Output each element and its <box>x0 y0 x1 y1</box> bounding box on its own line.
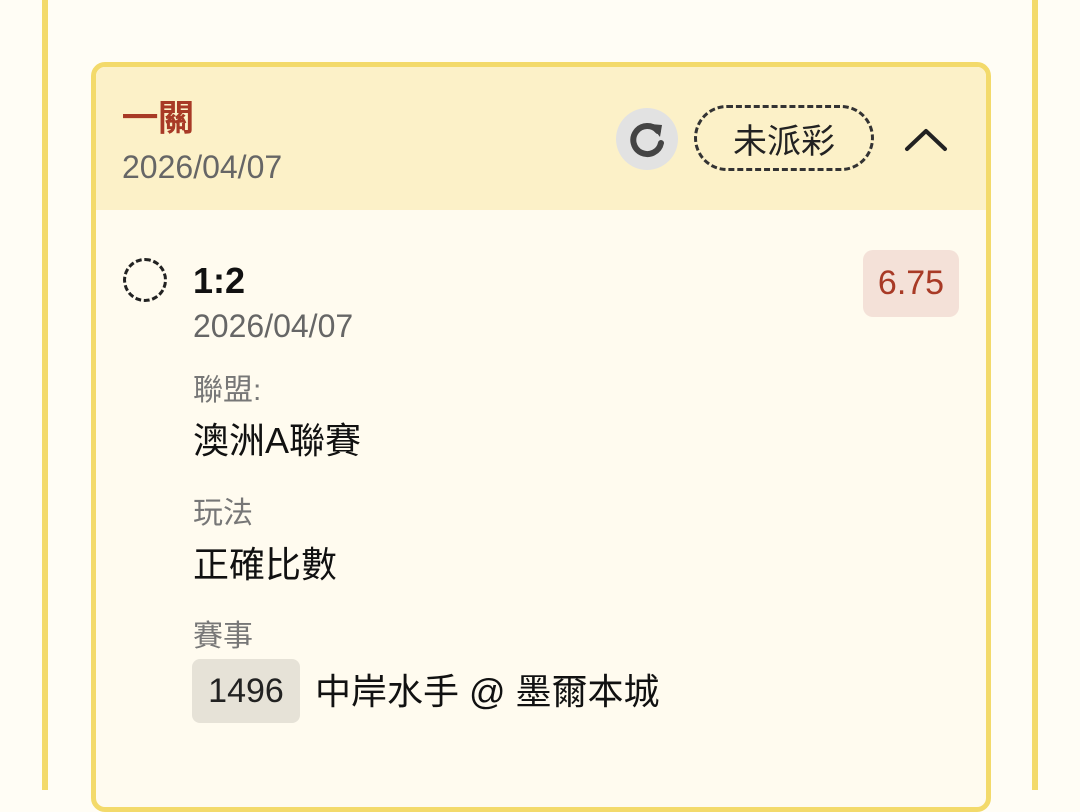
refresh-button[interactable] <box>616 108 678 170</box>
bet-type-title: 一關 <box>122 97 195 138</box>
collapse-button[interactable] <box>896 112 956 168</box>
play-label: 玩法 <box>193 497 253 530</box>
match-name: 中岸水手 @ 墨爾本城 <box>315 671 660 712</box>
league-label: 聯盟: <box>193 374 262 407</box>
bet-card-header[interactable]: 一關 2026/04/07 未派彩 <box>96 67 986 210</box>
bet-date: 2026/04/07 <box>122 149 283 185</box>
play-value: 正確比數 <box>193 544 338 585</box>
status-badge: 未派彩 <box>694 105 874 171</box>
match-id-badge: 1496 <box>192 659 300 723</box>
refresh-icon <box>630 123 664 158</box>
selection-score: 1:2 <box>193 260 246 301</box>
chevron-up-icon <box>905 129 947 151</box>
odds-badge: 6.75 <box>863 250 959 317</box>
league-value: 澳洲A聯賽 <box>193 420 362 461</box>
match-label: 賽事 <box>193 620 253 653</box>
selection-date: 2026/04/07 <box>193 308 354 344</box>
selection-radio[interactable] <box>123 258 167 302</box>
bet-card: 一關 2026/04/07 未派彩 1:2 2026/04/07 6.75 聯盟… <box>91 62 991 812</box>
